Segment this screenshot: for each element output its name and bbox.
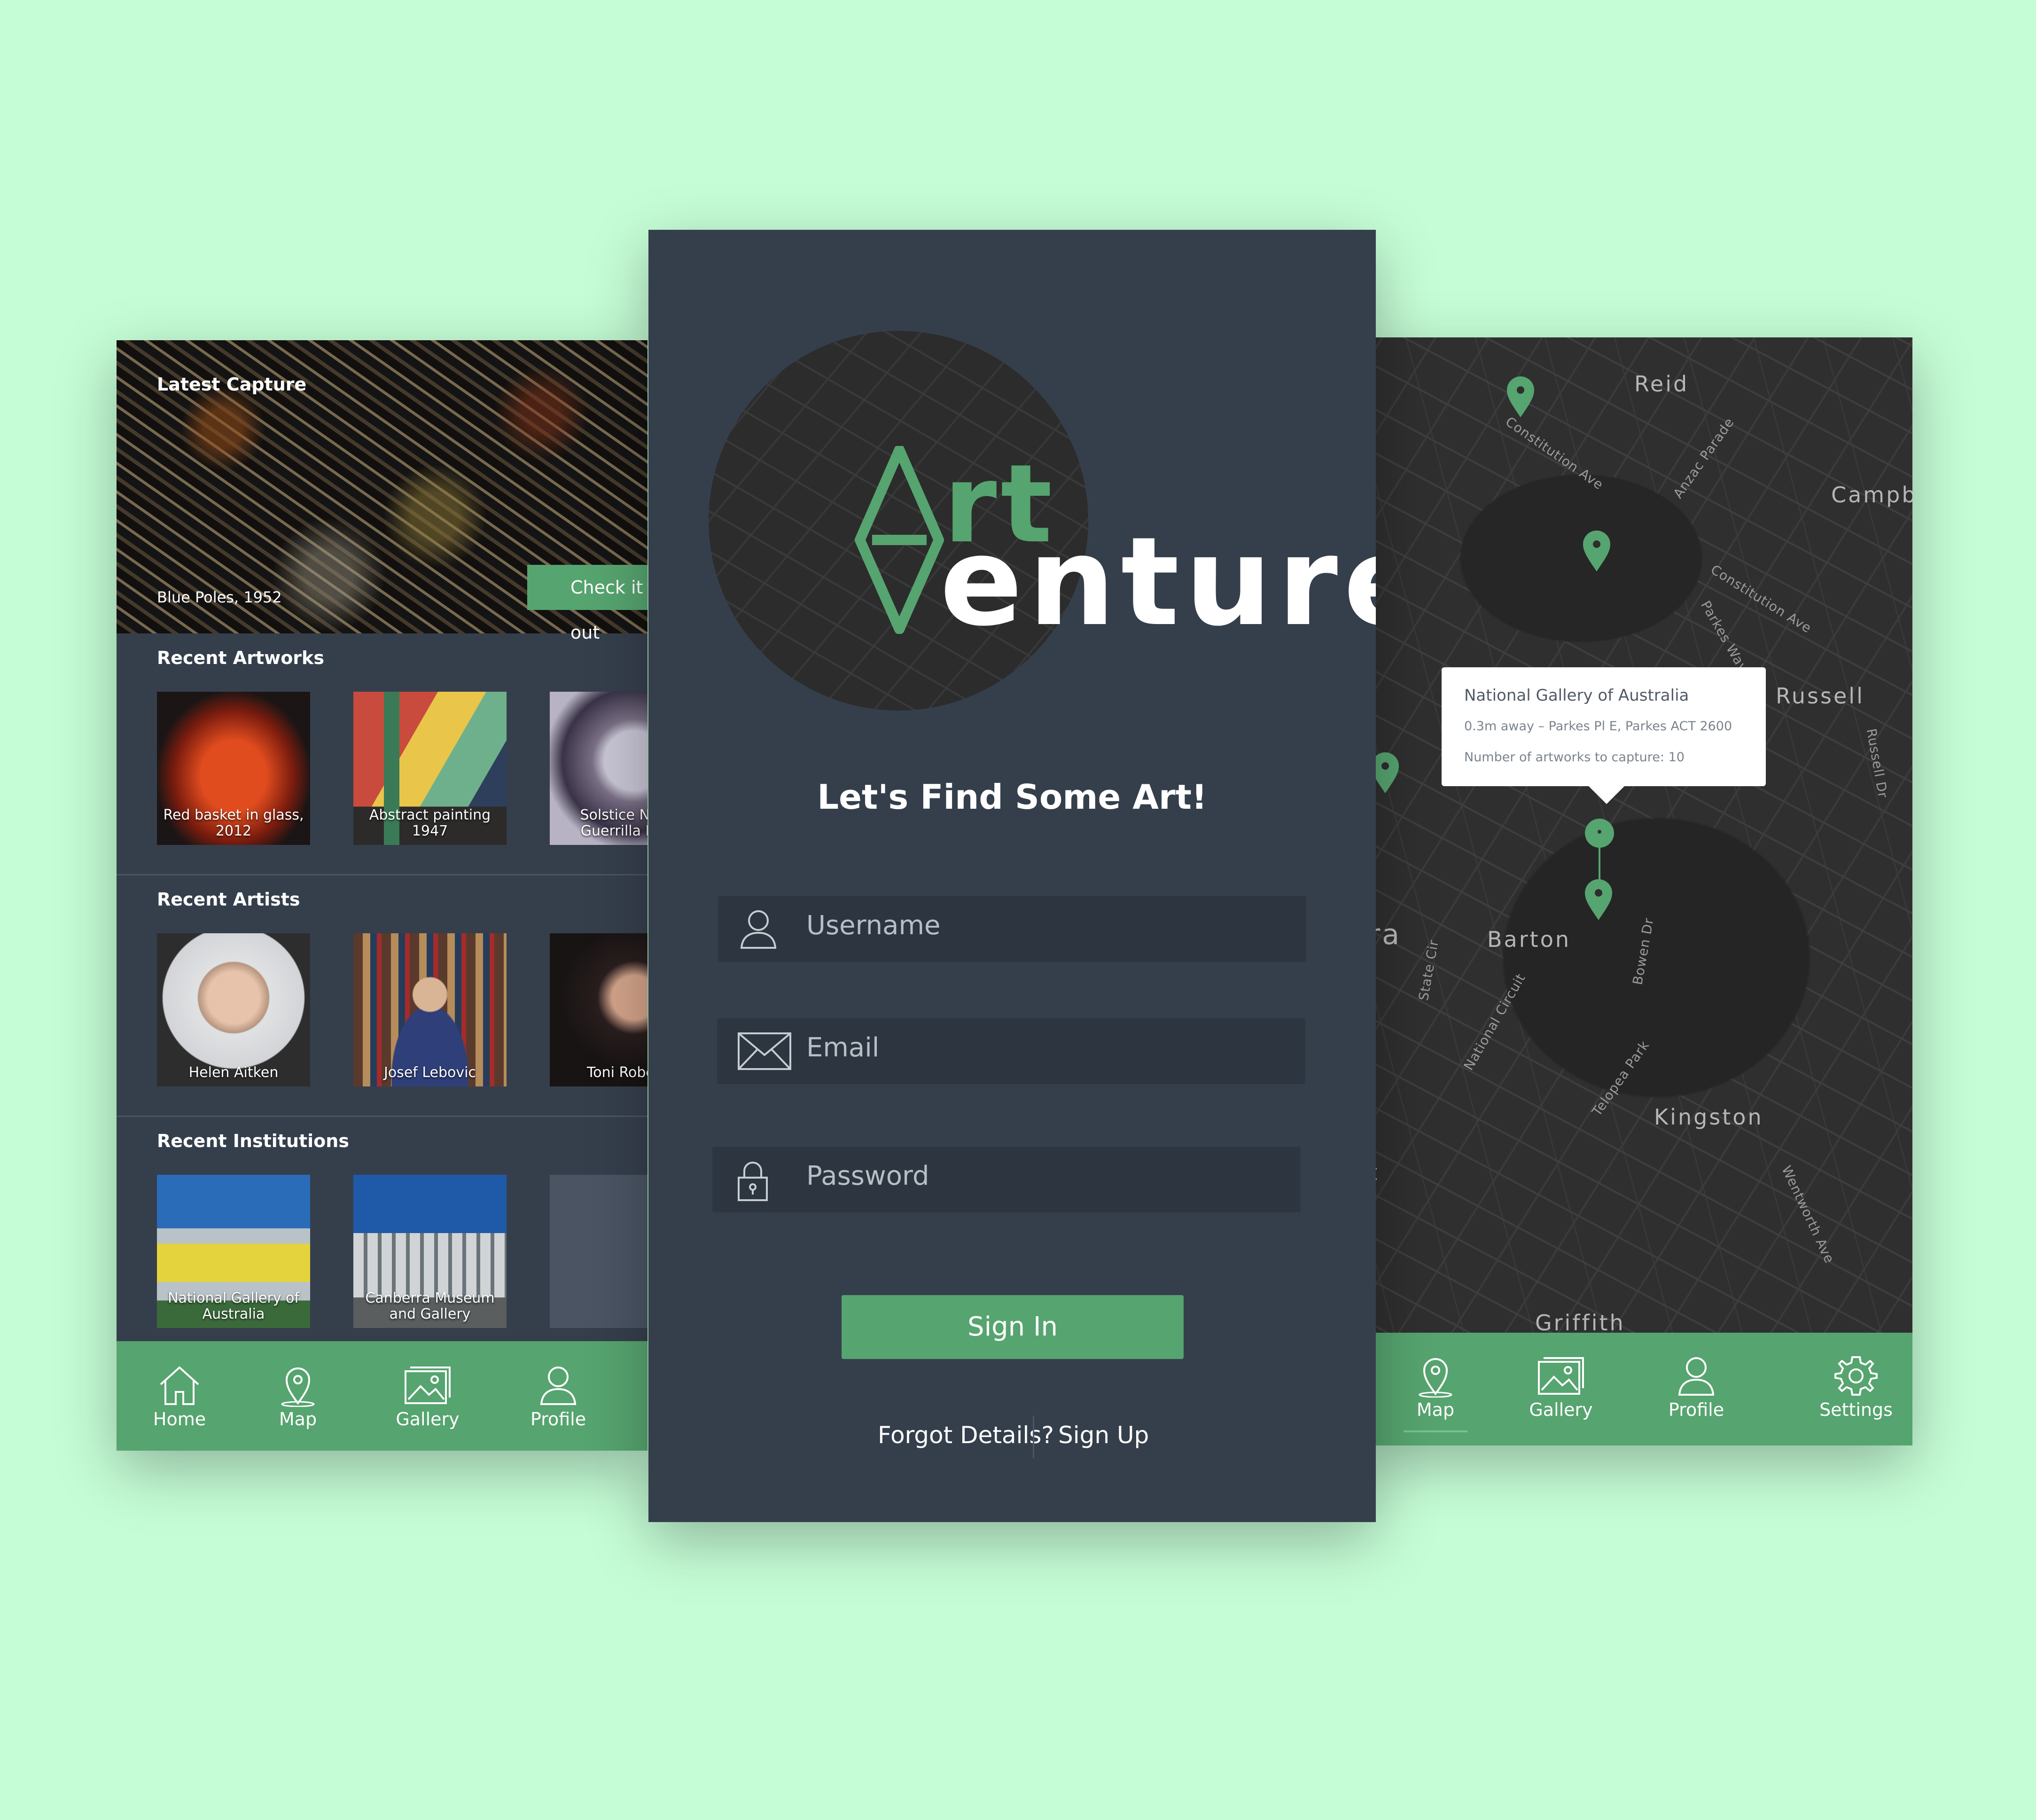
hero-caption: Blue Poles, 1952 [157, 588, 282, 606]
home-screen: Latest Capture Blue Poles, 1952 Check it… [117, 340, 647, 1451]
sign-up-link[interactable]: Sign Up [1058, 1422, 1149, 1449]
popup-address: 0.3m away – Parkes Pl E, Parkes ACT 2600 [1464, 719, 1732, 734]
bottom-nav: Map Gallery Profile Settings [1356, 1333, 1912, 1445]
map-marker-icon[interactable] [1505, 376, 1536, 418]
nav-settings-label: Settings [1819, 1399, 1893, 1420]
map-label: Kingston [1654, 1104, 1763, 1130]
active-tab-indicator [1404, 1430, 1467, 1432]
institution-card[interactable]: National Gallery of Australia [157, 1175, 310, 1328]
map-marker-icon[interactable] [1581, 530, 1612, 572]
section-divider [117, 874, 647, 875]
gallery-icon [1538, 1357, 1584, 1395]
artwork-label: Abstract painting 1947 [369, 807, 491, 839]
check-it-out-button[interactable]: Check it out [527, 565, 647, 643]
institution-photo-sky [353, 1175, 507, 1233]
email-icon [738, 1032, 791, 1070]
popup-title: National Gallery of Australia [1464, 686, 1689, 705]
nav-map[interactable]: Map [1398, 1354, 1473, 1432]
nav-gallery[interactable]: Gallery [1521, 1354, 1601, 1420]
artist-label: Josef Lebovic [383, 1064, 476, 1081]
nav-profile[interactable]: Profile [525, 1364, 591, 1429]
map-screen: Reid Campb Russell Barton Kingston rra s… [1356, 337, 1912, 1445]
nav-profile-label: Profile [1668, 1399, 1724, 1420]
nav-map-label: Map [1416, 1399, 1455, 1420]
artwork-label: Solstice Note Guerrilla Boy [580, 807, 647, 839]
logo-enture-text: enture [940, 511, 1376, 653]
section-divider [117, 1116, 647, 1117]
artwork-card[interactable]: Abstract painting 1947 [353, 692, 507, 845]
password-placeholder: Password [806, 1161, 929, 1191]
link-separator [1033, 1416, 1034, 1458]
map-label: Griffith [1535, 1310, 1625, 1336]
location-popup[interactable]: National Gallery of Australia 0.3m away … [1442, 667, 1766, 804]
nav-home-label: Home [153, 1409, 206, 1429]
recent-artworks-title: Recent Artworks [157, 648, 324, 668]
tagline: Let's Find Some Art! [817, 777, 1207, 817]
nav-gallery-label: Gallery [1529, 1399, 1593, 1420]
nav-gallery-label: Gallery [396, 1409, 460, 1429]
nav-profile[interactable]: Profile [1661, 1354, 1732, 1420]
institution-card[interactable]: Canberra Museum and Gallery [353, 1175, 507, 1328]
map-pin-icon [1419, 1358, 1452, 1398]
forgot-details-link[interactable]: Forgot Details? [878, 1422, 1054, 1449]
latest-capture-hero[interactable]: Latest Capture Blue Poles, 1952 Check it… [117, 340, 647, 643]
map-label: Reid [1634, 371, 1689, 397]
institution-card-placeholder [550, 1175, 647, 1328]
selected-marker-icon[interactable] [1584, 818, 1615, 888]
recent-artists-title: Recent Artists [157, 889, 300, 910]
gallery-icon [405, 1367, 451, 1404]
username-field[interactable]: Username [718, 896, 1306, 962]
artwork-card[interactable]: Red basket in glass, 2012 [157, 692, 310, 845]
artwork-label: Red basket in glass, 2012 [163, 807, 304, 839]
hero-title: Latest Capture [157, 374, 307, 395]
password-field[interactable]: Password [712, 1147, 1301, 1212]
email-placeholder: Email [806, 1032, 880, 1063]
profile-icon [540, 1367, 577, 1405]
map-label: Russell [1776, 683, 1864, 709]
login-screen: rt enture Let's Find Some Art! Username … [648, 230, 1376, 1522]
sign-in-button[interactable]: Sign In [842, 1295, 1184, 1359]
nav-settings[interactable]: Settings [1816, 1354, 1896, 1420]
artwork-card[interactable]: Solstice Note Guerrilla Boy [550, 692, 647, 845]
bottom-nav: Home Map Gallery Profile [117, 1341, 647, 1451]
nav-home[interactable]: Home [147, 1364, 212, 1429]
artist-card[interactable]: Helen Aitken [157, 933, 310, 1086]
artist-label: Helen Aitken [188, 1064, 279, 1081]
nav-gallery[interactable]: Gallery [390, 1364, 465, 1429]
home-icon [160, 1366, 199, 1405]
email-field[interactable]: Email [717, 1018, 1305, 1084]
map-canvas[interactable] [1356, 337, 1912, 1445]
map-pin-icon [281, 1367, 315, 1407]
recent-institutions-title: Recent Institutions [157, 1131, 349, 1151]
settings-icon [1834, 1356, 1878, 1396]
artist-label: Toni Robert [587, 1064, 647, 1081]
nav-map-label: Map [279, 1409, 317, 1429]
nav-map[interactable]: Map [265, 1364, 331, 1429]
lock-icon [738, 1162, 768, 1201]
artist-card[interactable]: Toni Robert [550, 933, 647, 1086]
map-label: Campb [1831, 482, 1912, 508]
institution-label: National Gallery of Australia [168, 1290, 299, 1322]
profile-icon [1678, 1357, 1715, 1396]
user-icon [740, 910, 777, 949]
map-label: Barton [1487, 927, 1571, 952]
institution-label: Canberra Museum and Gallery [365, 1290, 495, 1322]
username-placeholder: Username [806, 910, 941, 941]
artist-card[interactable]: Josef Lebovic [353, 933, 507, 1086]
nav-profile-label: Profile [530, 1409, 586, 1429]
logo-diamond-icon [855, 446, 944, 634]
popup-artwork-count: Number of artworks to capture: 10 [1464, 750, 1685, 765]
